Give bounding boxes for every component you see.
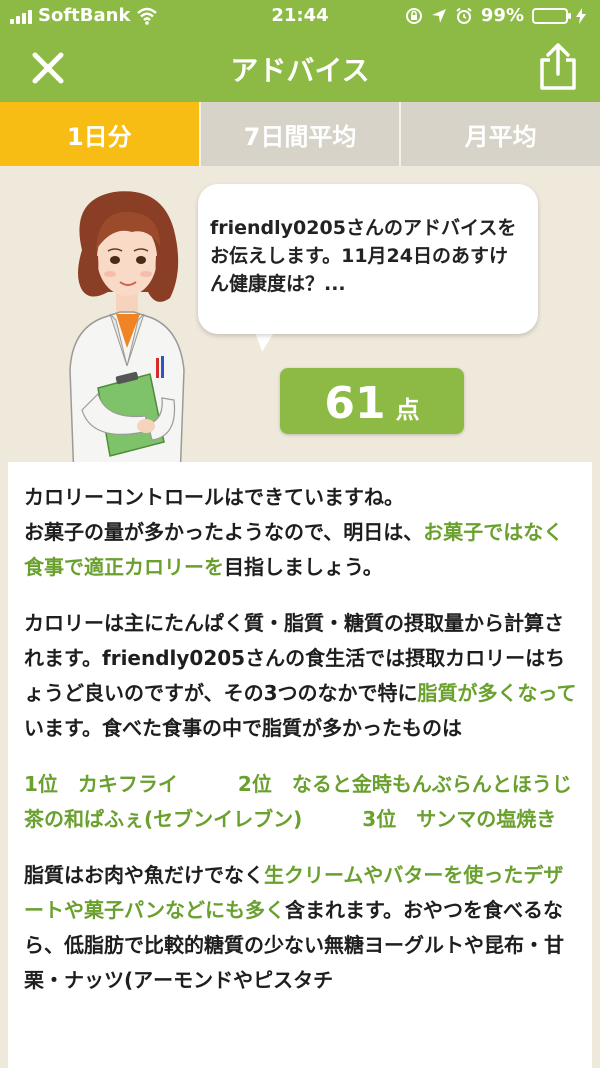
share-icon[interactable] [536, 42, 580, 92]
alarm-icon [456, 7, 472, 24]
advice-text: カロリーコントロールはできていますね。 [24, 485, 404, 509]
tab-seven-day-average[interactable]: 7日間平均 [198, 102, 400, 166]
speech-bubble: friendly0205さんのアドバイスをお伝えします。11月24日のあすけん健… [198, 184, 538, 334]
battery-icon [532, 7, 571, 24]
advice-text: 目指しましょう。 [224, 555, 383, 579]
score-value: 61 [324, 378, 386, 429]
location-icon [431, 8, 446, 23]
fat-ranking: 1位 カキフライ 2位 なると金時もんぶらんとほうじ茶の和ぱふぇ(セブンイレブン… [24, 767, 578, 837]
advice-paragraph-calories: カロリーコントロールはできていますね。 お菓子の量が多かったようなので、明日は、… [24, 480, 578, 585]
status-right: 99% [405, 5, 586, 26]
period-tabs: 1日分 7日間平均 月平均 [0, 102, 600, 166]
nav-bar: アドバイス [0, 34, 600, 102]
score-unit: 点 [395, 396, 420, 424]
ranking-item: 3位 サンマの塩焼き [362, 807, 557, 831]
tab-monthly-average[interactable]: 月平均 [399, 102, 600, 166]
score-badge: 61 点 [280, 368, 464, 434]
status-bar: SoftBank 21:44 99% [0, 0, 600, 34]
advice-highlight: 脂質が多くなって [417, 681, 577, 705]
advice-paragraph-snacks: 脂質はお肉や魚だけでなく生クリームやバターを使ったデザートや菓子パンなどにも多く… [24, 858, 578, 998]
advice-text: 脂質はお肉や魚だけでなく [24, 863, 264, 887]
advice-text: います。食べた食事の中で脂質が多かったものは [24, 716, 462, 740]
page-title: アドバイス [230, 54, 370, 87]
advice-text: お菓子の量が多かったようなので、明日は、 [24, 520, 424, 544]
battery-percent: 99% [480, 5, 524, 26]
charging-icon [576, 7, 586, 24]
advisor-illustration [69, 191, 185, 470]
advice-card: カロリーコントロールはできていますね。 お菓子の量が多かったようなので、明日は、… [8, 462, 592, 1068]
rotation-lock-icon [405, 7, 422, 24]
tab-one-day[interactable]: 1日分 [0, 102, 199, 166]
ranking-item: 1位 カキフライ [24, 772, 178, 796]
advice-paragraph-fat: カロリーは主にたんぱく質・脂質・糖質の摂取量から計算されます。friendly0… [24, 606, 578, 746]
